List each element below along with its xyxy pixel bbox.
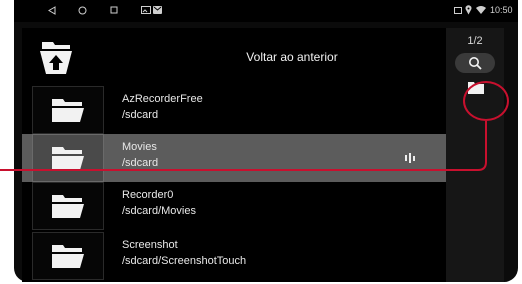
status-bar: 10:50 (14, 0, 518, 22)
list-item[interactable]: Screenshot /sdcard/ScreenshotTouch (22, 232, 446, 280)
folder-up-arrow-icon (36, 38, 76, 78)
side-panel: 1/2 (446, 28, 504, 282)
back-triangle-icon[interactable] (48, 3, 56, 17)
list-item[interactable]: AzRecorderFree /sdcard (22, 86, 446, 134)
equalizer-icon (405, 153, 415, 163)
search-icon (469, 57, 482, 70)
folder-path: /sdcard/Movies (122, 205, 196, 217)
message-icon (153, 3, 162, 17)
folder-thumbnail (32, 86, 104, 134)
clock: 10:50 (490, 5, 513, 15)
folder-path: /sdcard (122, 109, 159, 121)
file-browser: Voltar ao anterior AzRecorderFree /sdcar… (22, 28, 446, 282)
list-item-selected[interactable]: Movies /sdcard (22, 134, 446, 182)
folder-path: /sdcard (122, 157, 159, 169)
folder-icon (52, 99, 84, 122)
recents-square-icon[interactable] (110, 3, 118, 17)
back-to-parent-label: Voltar ao anterior (246, 50, 338, 64)
folder-thumbnail (32, 232, 104, 280)
gallery-icon (141, 3, 151, 17)
back-to-parent-row[interactable]: Voltar ao anterior (22, 28, 446, 86)
highlight-circle (463, 81, 509, 121)
home-circle-icon[interactable] (78, 3, 87, 17)
folder-path: /sdcard/ScreenshotTouch (122, 255, 247, 267)
page-indicator: 1/2 (467, 35, 483, 47)
location-icon (465, 3, 472, 17)
sim-icon (454, 3, 462, 17)
folder-name: Recorder0 (122, 189, 174, 201)
search-button[interactable] (455, 53, 495, 73)
folder-name: Movies (122, 141, 157, 153)
folder-icon (52, 147, 84, 170)
folder-name: AzRecorderFree (122, 93, 203, 105)
folder-thumbnail (32, 182, 104, 230)
wifi-icon (476, 3, 486, 17)
folder-name: Screenshot (122, 239, 178, 251)
folder-thumbnail (32, 134, 104, 182)
folder-icon (52, 245, 84, 268)
folder-icon (52, 195, 84, 218)
list-item[interactable]: Recorder0 /sdcard/Movies (22, 182, 446, 230)
